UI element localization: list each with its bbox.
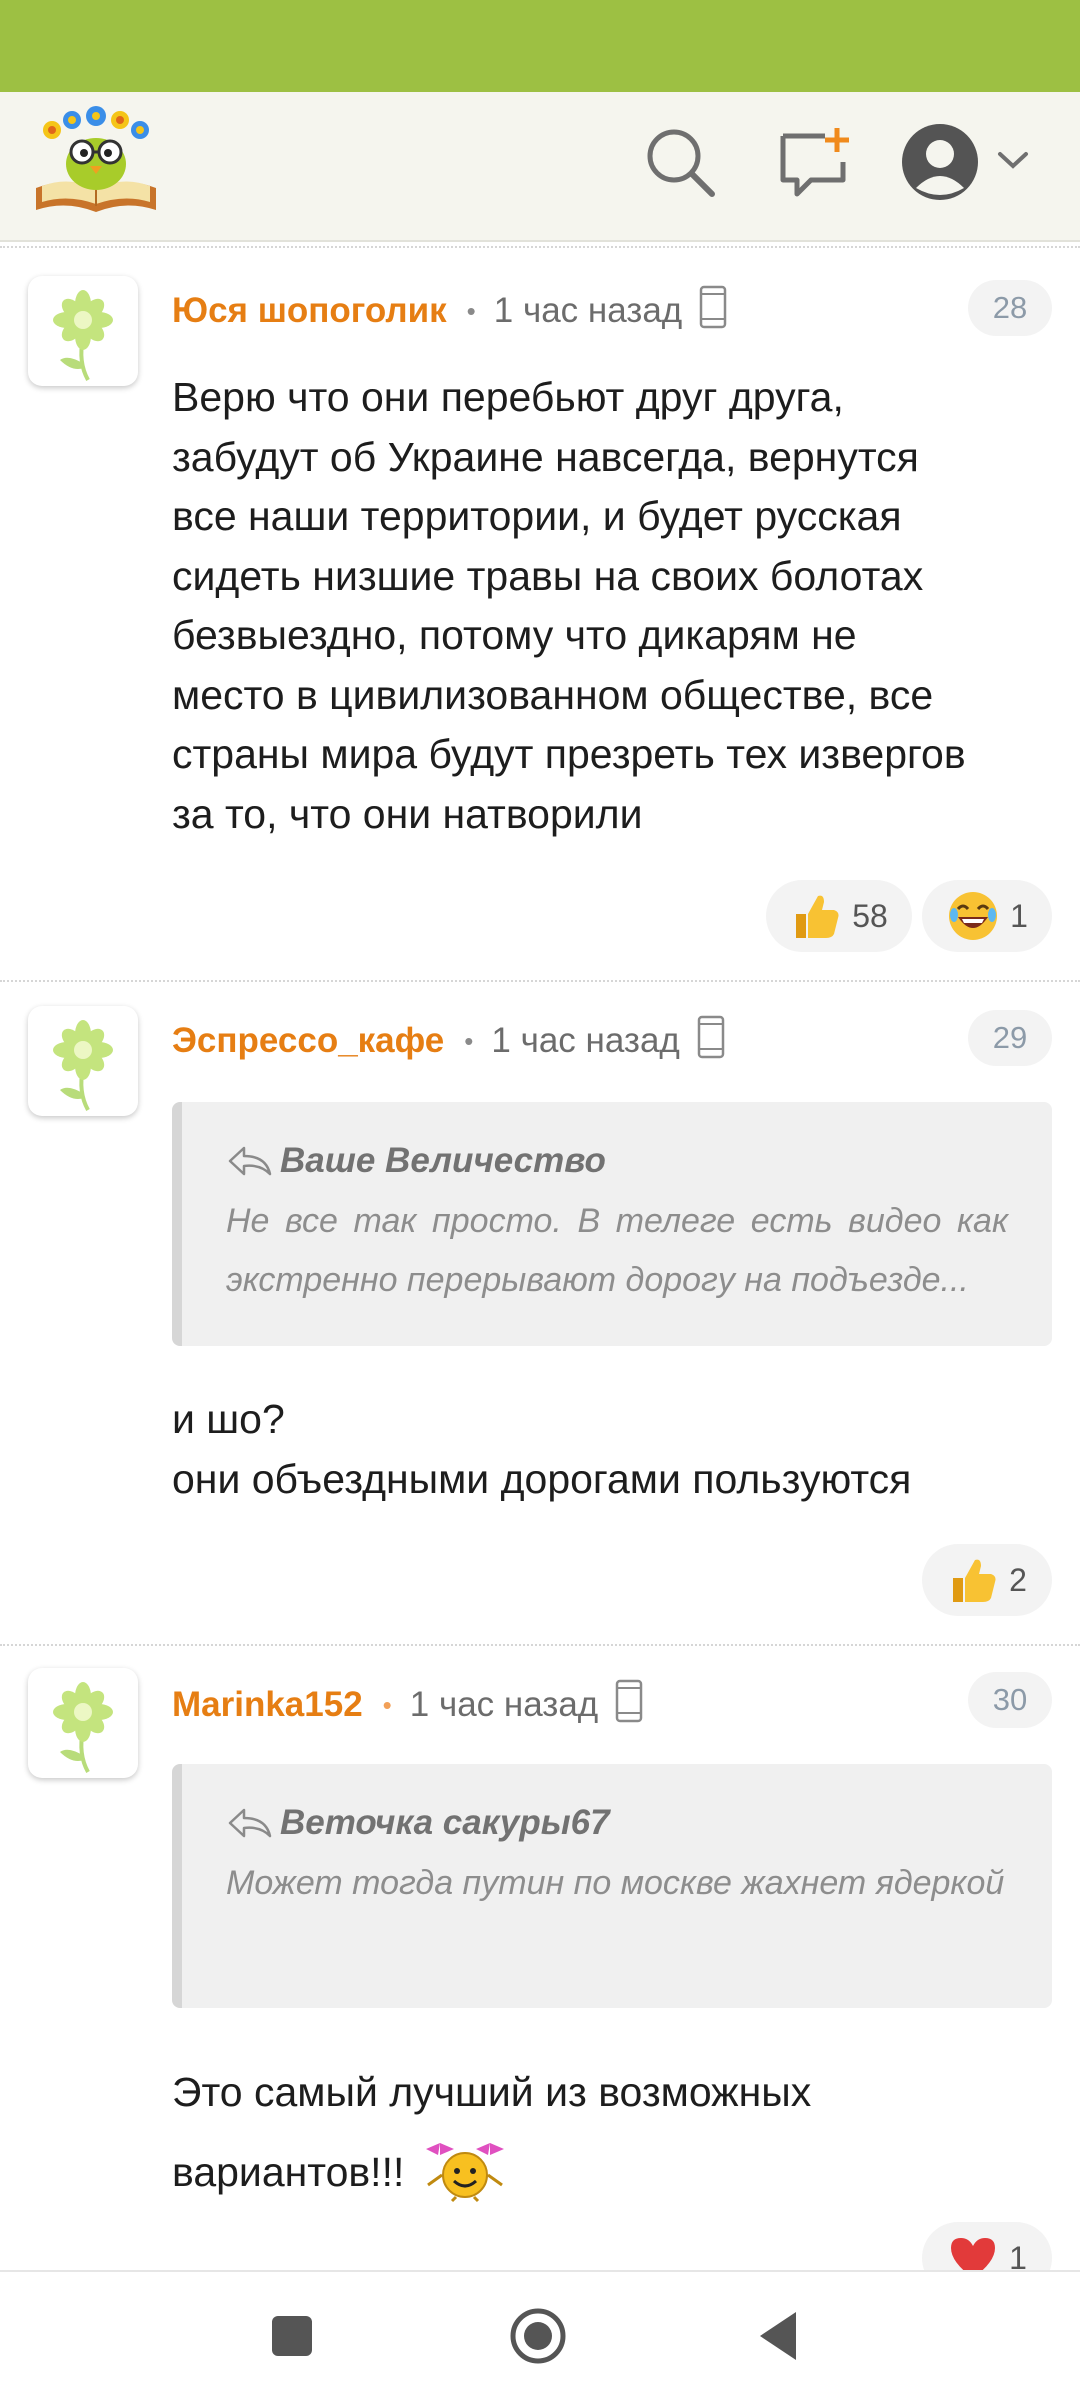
reply-arrow-icon [228, 1808, 272, 1838]
chevron-down-icon [998, 152, 1028, 169]
divider [0, 246, 1080, 248]
comment-text-line: все наши территории, и будет русская [172, 493, 902, 539]
avatar[interactable] [28, 1006, 138, 1116]
reply-arrow-icon [228, 1146, 272, 1176]
comment-text-line: за то, что они натворили [172, 790, 643, 837]
system-navigation-bar [0, 2270, 1080, 2402]
thumbs-up-icon [796, 895, 839, 938]
comment-time: 1 час назад [493, 291, 683, 330]
divider [0, 980, 1080, 982]
separator-dot: • [466, 295, 476, 326]
comment-text-line: Это самый лучший из возможных [172, 2069, 812, 2115]
author-name[interactable]: Marinka152 [172, 1685, 363, 1725]
app-header [0, 92, 1080, 242]
comment-text-line: место в цивилизованном обществе, все [172, 671, 934, 718]
quote-author-row: Ваше Величество [226, 1138, 1008, 1184]
reaction-like[interactable]: 58 [766, 880, 912, 952]
quote-author: Веточка сакуры67 [280, 1803, 610, 1842]
status-bar [0, 0, 1080, 92]
comment-time: 1 час назад [409, 1685, 599, 1724]
divider [0, 1644, 1080, 1646]
comment-text-line: они объездными дорогами пользуются [172, 1455, 912, 1502]
reaction-laugh[interactable]: 1 [922, 880, 1052, 952]
comment-text: Верю что они перебьют друг друга, забуду… [172, 368, 1052, 844]
comment-text: и шо? они объездными дорогами пользуются [172, 1390, 1052, 1509]
quote-text: Не все так просто. В телеге есть видео к… [226, 1202, 1008, 1299]
quoted-reply[interactable]: Ваше Величество Не все так просто. В тел… [172, 1102, 1052, 1346]
reaction-count: 58 [852, 897, 888, 934]
search-icon[interactable] [640, 122, 720, 202]
comment-meta: Эспрессо_кафе • 1 час назад [172, 1014, 726, 1069]
recent-apps-icon[interactable] [270, 2314, 314, 2363]
comment-number[interactable]: 28 [968, 280, 1052, 336]
new-post-icon[interactable] [775, 122, 855, 202]
author-name[interactable]: Юся шопоголик [172, 291, 447, 331]
mobile-device-icon [696, 1014, 726, 1069]
quote-author: Ваше Величество [280, 1141, 606, 1180]
avatar[interactable] [28, 1668, 138, 1778]
smiley-with-bows-icon [420, 2141, 510, 2203]
comment-text-line: забудут об Украине навсегда, вернутся [172, 433, 919, 480]
profile-icon [902, 124, 978, 200]
comment-meta: Marinka152 • 1 час назад [172, 1678, 644, 1733]
comment-time: 1 час назад [491, 1021, 680, 1060]
comment-number[interactable]: 29 [968, 1010, 1052, 1066]
comment-text-line: безвыездно, потому что дикарям не [172, 612, 857, 658]
mobile-device-icon [614, 1678, 644, 1733]
laughing-face-icon [949, 892, 998, 940]
thumbs-up-icon [953, 1559, 996, 1602]
comment-text-line: вариантов!!! [172, 2149, 405, 2195]
avatar[interactable] [28, 276, 138, 386]
comment-text-line: и шо? [172, 1396, 285, 1442]
comment-text-line: Верю что они перебьют друг друга, [172, 374, 844, 420]
mobile-device-icon [698, 284, 728, 339]
profile-menu[interactable] [900, 116, 1050, 208]
author-name[interactable]: Эспрессо_кафе [172, 1021, 444, 1061]
separator-dot: • [382, 1689, 392, 1720]
back-icon[interactable] [756, 2310, 800, 2367]
reaction-count: 1 [1010, 897, 1028, 934]
comment-number[interactable]: 30 [968, 1672, 1052, 1728]
quote-author-row: Веточка сакуры67 [226, 1800, 1008, 1846]
comment-text-line: сидеть низшие травы на своих болотах [172, 552, 924, 599]
quoted-reply[interactable]: Веточка сакуры67 Может тогда путин по мо… [172, 1764, 1052, 2008]
comment-meta: Юся шопоголик • 1 час назад [172, 284, 728, 339]
comment-text-line-with-emoji: вариантов!!! [172, 2132, 1052, 2212]
comment-text-line: страны мира будут презреть тех извергов [172, 731, 966, 777]
owl-books-logo[interactable] [30, 106, 162, 216]
quote-text: Может тогда путин по москве жахнет ядерк… [226, 1864, 1005, 1902]
comment-text: Это самый лучший из возможных вариантов!… [172, 2052, 1052, 2212]
separator-dot: • [464, 1025, 474, 1056]
reaction-count: 2 [1009, 1561, 1027, 1598]
home-icon[interactable] [508, 2306, 568, 2371]
reaction-like[interactable]: 2 [922, 1544, 1052, 1616]
